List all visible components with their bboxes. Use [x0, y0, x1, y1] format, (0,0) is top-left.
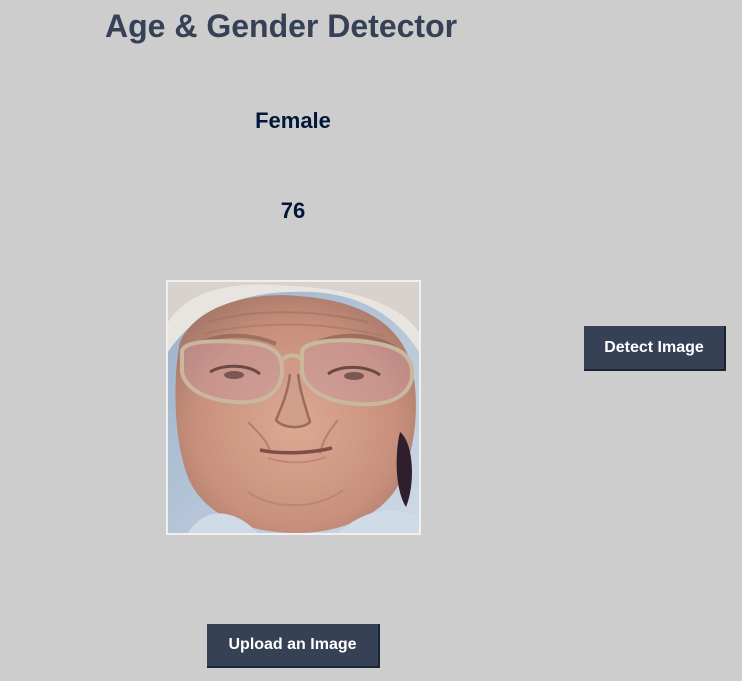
face-photo-illustration — [168, 282, 419, 533]
uploaded-face-image — [166, 280, 421, 535]
gender-label: Female — [255, 108, 331, 133]
app-title: Age & Gender Detector — [105, 8, 458, 44]
age-label: 76 — [280, 198, 306, 223]
upload-image-button[interactable]: Upload an Image — [207, 624, 380, 668]
detect-image-button[interactable]: Detect Image — [584, 326, 726, 371]
